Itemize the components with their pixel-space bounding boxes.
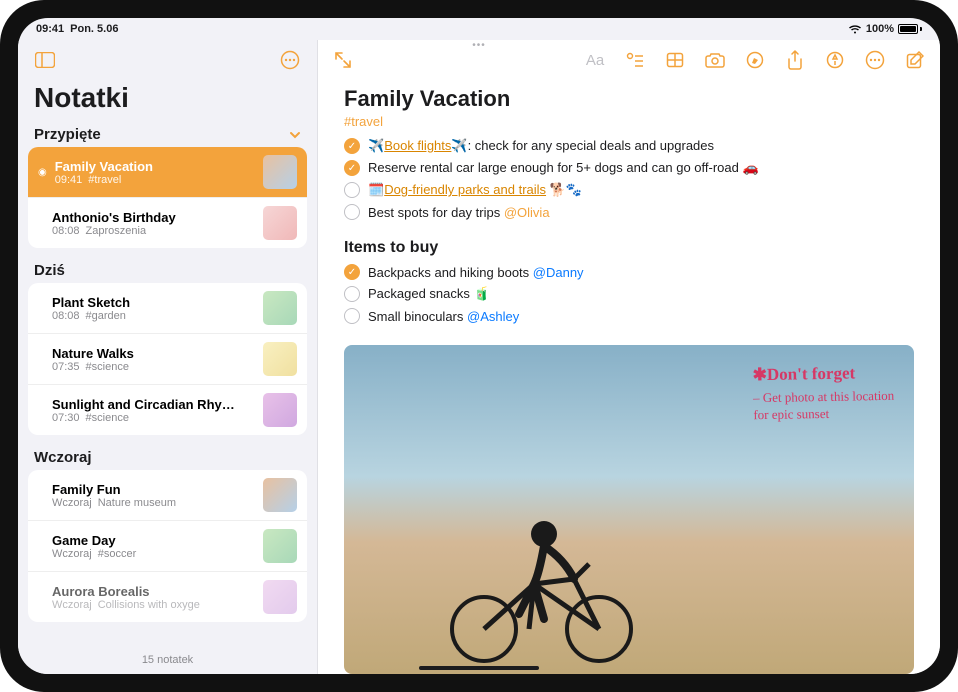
sidebar-toggle-icon[interactable]	[32, 47, 58, 73]
note-row-plant-sketch[interactable]: Plant Sketch 08:08#garden	[28, 283, 307, 334]
sidebar: Notatki Przypięte ◉ Family Vacation	[18, 40, 318, 674]
status-time: 09:41	[36, 23, 64, 35]
note-editor: Aa	[318, 40, 940, 674]
status-date: Pon. 5.06	[70, 23, 118, 35]
note-title: Game Day	[52, 533, 255, 548]
section-header-pinned[interactable]: Przypięte	[18, 122, 317, 147]
more-options-icon[interactable]	[277, 47, 303, 73]
handwriting-annotation: ✱Don't forget – Get photo at this locati…	[752, 362, 894, 424]
checklist-item[interactable]: 🗓️Dog-friendly parks and trails 🐕🐾	[344, 179, 914, 201]
battery-percent: 100%	[866, 23, 894, 35]
sidebar-title: Notatki	[18, 80, 317, 122]
note-row-nature-walks[interactable]: Nature Walks 07:35#science	[28, 334, 307, 385]
multitask-dots[interactable]: •••	[472, 40, 486, 51]
section-header-yesterday: Wczoraj	[18, 437, 317, 470]
checklist-item[interactable]: Packaged snacks 🧃	[344, 283, 914, 305]
note-thumbnail	[263, 206, 297, 240]
note-tag[interactable]: #travel	[344, 114, 914, 129]
checklist-item[interactable]: Best spots for day trips @Olivia	[344, 201, 914, 223]
note-title: Family Vacation	[344, 86, 914, 112]
mention[interactable]: @Olivia	[504, 205, 550, 220]
note-row-family-fun[interactable]: Family Fun WczorajNature museum	[28, 470, 307, 521]
note-thumbnail	[263, 580, 297, 614]
link[interactable]: Dog-friendly parks and trails	[384, 182, 546, 197]
note-row-sunlight[interactable]: Sunlight and Circadian Rhy… 07:30#scienc…	[28, 385, 307, 435]
notes-count: 15 notatek	[18, 646, 317, 674]
note-content[interactable]: Family Vacation #travel ✓ ✈️Book flights…	[318, 80, 940, 674]
section-label: Dziś	[34, 262, 65, 279]
expand-icon[interactable]	[332, 49, 354, 71]
lock-icon[interactable]	[824, 49, 846, 71]
markup-icon[interactable]	[744, 49, 766, 71]
mention[interactable]: @Ashley	[467, 309, 519, 324]
checklist-item[interactable]: ✓ Reserve rental car large enough for 5+…	[344, 157, 914, 179]
note-row-aurora[interactable]: Aurora Borealis WczorajCollisions with o…	[28, 572, 307, 622]
note-row-game-day[interactable]: Game Day Wczoraj#soccer	[28, 521, 307, 572]
section-label: Wczoraj	[34, 449, 92, 466]
battery-icon	[898, 24, 922, 34]
pinned-icon: ◉	[38, 167, 47, 178]
checkbox-icon[interactable]	[344, 286, 360, 302]
checklist-icon[interactable]	[624, 49, 646, 71]
note-title: Nature Walks	[52, 346, 255, 361]
mention[interactable]: @Danny	[533, 265, 584, 280]
note-title: Family Fun	[52, 482, 255, 497]
cyclist-silhouette	[434, 484, 654, 664]
note-title: Anthonio's Birthday	[52, 210, 255, 225]
note-image[interactable]: ✱Don't forget – Get photo at this locati…	[344, 345, 914, 674]
checkbox-icon[interactable]	[344, 308, 360, 324]
checklist-item[interactable]: ✓ Backpacks and hiking boots @Danny	[344, 261, 914, 283]
section-header-today: Dziś	[18, 250, 317, 283]
table-icon[interactable]	[664, 49, 686, 71]
link[interactable]: Book flights	[384, 138, 451, 153]
checklist-item[interactable]: Small binoculars @Ashley	[344, 305, 914, 327]
compose-icon[interactable]	[904, 49, 926, 71]
note-title: Sunlight and Circadian Rhy…	[52, 397, 255, 412]
checkbox-icon[interactable]	[344, 204, 360, 220]
note-thumbnail	[263, 291, 297, 325]
checkbox-icon[interactable]: ✓	[344, 160, 360, 176]
note-thumbnail	[263, 393, 297, 427]
share-icon[interactable]	[784, 49, 806, 71]
more-icon[interactable]	[864, 49, 886, 71]
note-title: Plant Sketch	[52, 295, 255, 310]
note-row-anthonios-birthday[interactable]: Anthonio's Birthday 08:08Zaproszenia	[28, 198, 307, 248]
note-thumbnail	[263, 342, 297, 376]
camera-icon[interactable]	[704, 49, 726, 71]
note-thumbnail	[263, 529, 297, 563]
checklist-item[interactable]: ✓ ✈️Book flights✈️: check for any specia…	[344, 135, 914, 157]
chevron-down-icon	[289, 129, 301, 141]
note-toolbar: Aa	[318, 40, 940, 80]
note-title: Aurora Borealis	[52, 584, 255, 599]
note-row-family-vacation[interactable]: ◉ Family Vacation 09:41#travel	[28, 147, 307, 198]
checklist-main: ✓ ✈️Book flights✈️: check for any specia…	[344, 135, 914, 223]
checkbox-icon[interactable]: ✓	[344, 138, 360, 154]
note-title: Family Vacation	[55, 159, 255, 174]
home-indicator[interactable]	[419, 666, 539, 670]
format-icon[interactable]: Aa	[584, 49, 606, 71]
status-bar: 09:41 Pon. 5.06 100%	[18, 18, 940, 40]
note-heading: Items to buy	[344, 239, 914, 257]
section-label: Przypięte	[34, 126, 101, 143]
note-thumbnail	[263, 155, 297, 189]
checklist-items-to-buy: ✓ Backpacks and hiking boots @Danny Pack…	[344, 261, 914, 327]
checkbox-icon[interactable]	[344, 182, 360, 198]
checkbox-icon[interactable]: ✓	[344, 264, 360, 280]
note-thumbnail	[263, 478, 297, 512]
wifi-icon	[848, 24, 862, 34]
